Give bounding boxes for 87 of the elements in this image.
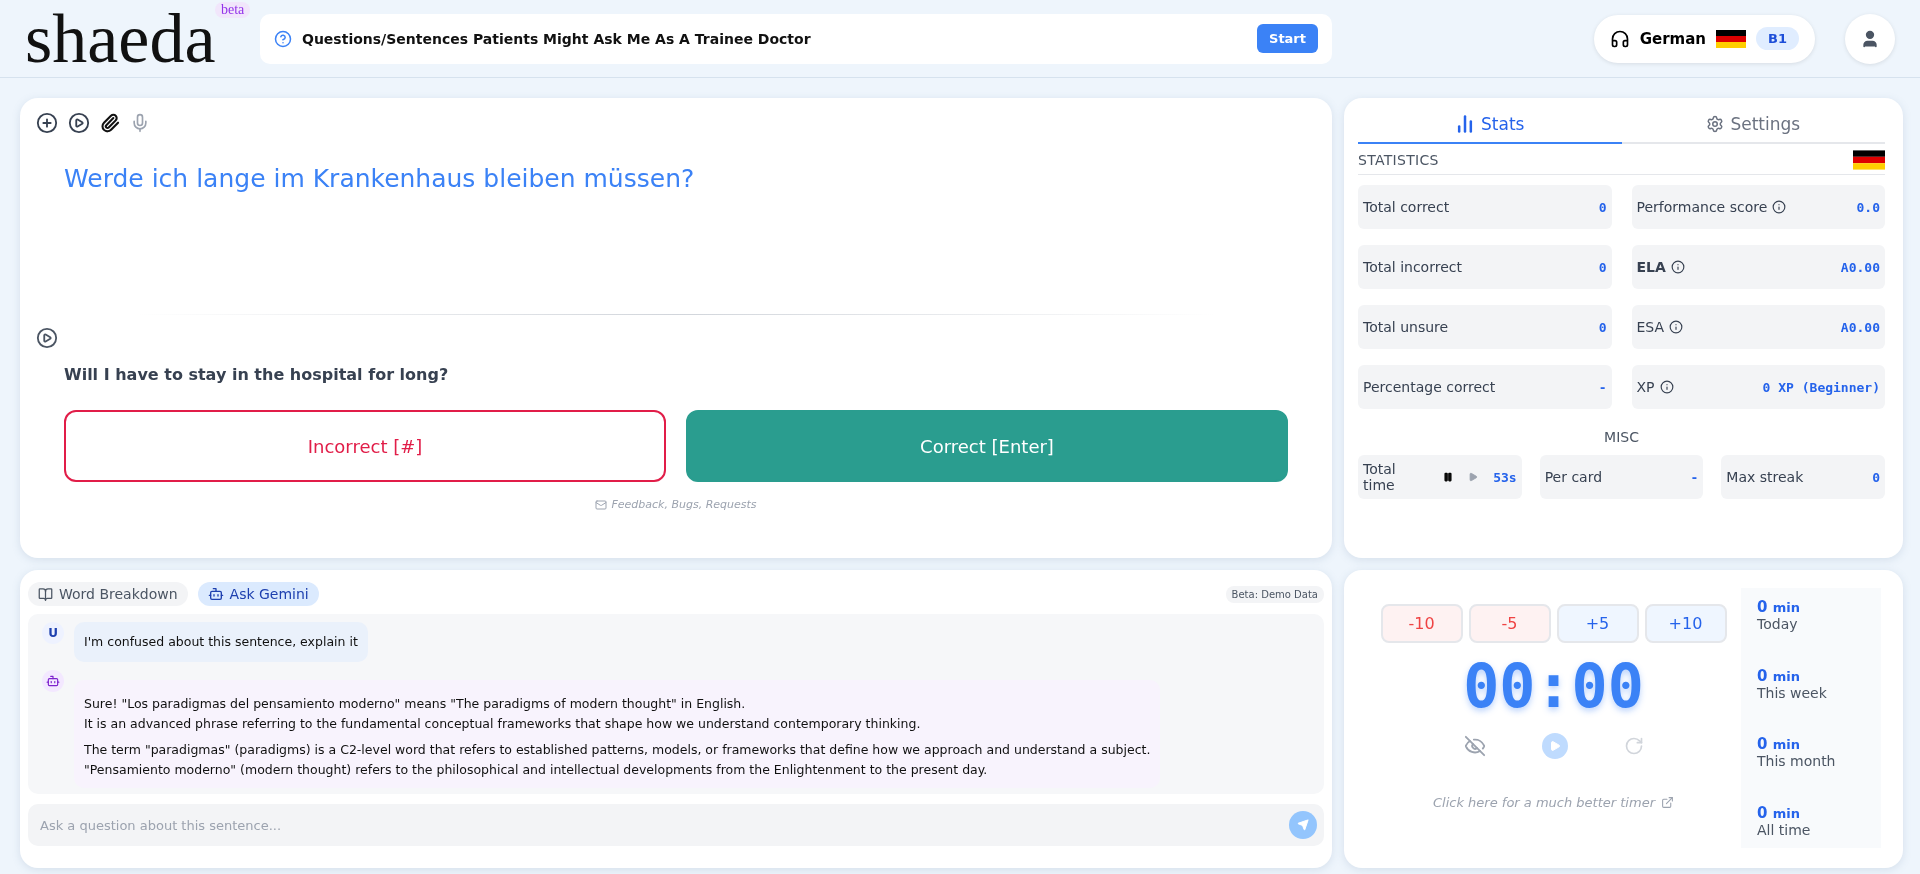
play-icon <box>1548 740 1561 752</box>
stat-value: 0 <box>1598 319 1607 335</box>
play-button[interactable] <box>1541 733 1568 759</box>
german-flag-icon <box>1853 150 1885 170</box>
total-label: This week <box>1757 684 1828 701</box>
user-icon <box>1860 28 1880 49</box>
stat-label: Per card <box>1544 469 1603 485</box>
stat-label: XP <box>1636 379 1655 395</box>
total-value: 0 min <box>1757 598 1801 616</box>
total-label: Today <box>1757 616 1799 632</box>
timer-display: 00:00 <box>1463 653 1644 719</box>
message-text: The term "paradigmas" (paradigms) is a C2-level word that refers to established patterns, models, or frameworks that define how we approach and understand a subject. "Pensamiento moderno" (modern thought) refers to the philosophical and intellectual developments from the Enlightenment to the present day. <box>84 741 1151 779</box>
play-icon <box>68 112 90 134</box>
adjust-button[interactable]: -5 <box>1468 604 1551 643</box>
stat-value: 0.0 <box>1856 199 1880 215</box>
language-selector[interactable]: German B1 <box>1593 14 1815 63</box>
stat-label: ELA <box>1636 259 1666 275</box>
feedback-link[interactable]: Feedback, Bugs, Requests <box>595 498 757 511</box>
total-value: 0 min <box>1757 803 1801 822</box>
stat-value: 53s <box>1493 469 1517 485</box>
stat-label: Max streak <box>1726 469 1804 485</box>
deck-title: Questions/Sentences Patients Might Ask Me As A Trainee Doctor <box>302 30 812 47</box>
help-icon <box>274 29 292 48</box>
panel-tab[interactable]: Settings <box>1621 108 1885 144</box>
send-icon <box>1297 819 1309 831</box>
eye-off-icon <box>1463 735 1486 757</box>
correct-button[interactable]: Correct [Enter] <box>686 410 1288 482</box>
info-icon <box>1670 260 1685 274</box>
question-field[interactable]: Ask a question about this sentence... <box>28 804 1324 846</box>
stat-value: 0 <box>1598 259 1607 275</box>
stat-label: Total correct <box>1363 199 1450 215</box>
info-icon <box>1669 320 1684 334</box>
beta-badge: beta <box>215 1 251 18</box>
settings-icon <box>1706 115 1725 133</box>
section-heading: MISC <box>1604 429 1639 445</box>
section-heading: STATISTICS <box>1358 152 1439 168</box>
level-badge: B1 <box>1756 27 1799 50</box>
german-flag-icon <box>1716 29 1747 48</box>
message-text: Sure! "Los paradigmas del pensamiento moderno" means "The paradigms of modern thought" in English. It is an advanced phrase referring to the fundamental conceptual frameworks that shape how we understand contemporary thinking. <box>84 695 922 733</box>
stat-value: 0 <box>1598 199 1607 215</box>
message-text: I'm confused about this sentence, explain it <box>84 633 358 651</box>
reset-icon <box>1623 736 1644 756</box>
total-value: 0 min <box>1757 666 1801 685</box>
headphones-icon <box>1609 28 1630 49</box>
translation-sentence: Will I have to stay in the hospital for long? <box>64 365 449 384</box>
info-icon <box>1772 200 1787 214</box>
play-icon <box>36 327 58 349</box>
stat-value: 0 <box>1872 469 1880 485</box>
timer-link[interactable]: Click here for a much better timer <box>1433 795 1674 810</box>
stat-value: 0 XP (Beginner) <box>1762 379 1880 395</box>
bot-avatar <box>42 670 64 692</box>
pause-icon <box>1443 472 1454 482</box>
total-label: This month <box>1757 753 1837 770</box>
info-icon <box>1659 380 1674 394</box>
start-button[interactable]: Start <box>1257 24 1318 53</box>
stat-value: - <box>1598 379 1607 395</box>
demo-badge: Beta: Demo Data <box>1225 585 1324 603</box>
play-icon <box>1468 472 1479 482</box>
incorrect-button[interactable]: Incorrect [#] <box>64 410 666 482</box>
stat-label: ESA <box>1636 319 1665 335</box>
stat-label: Total time <box>1363 461 1397 493</box>
add-icon <box>36 112 58 134</box>
stat-value: A0.00 <box>1840 259 1880 275</box>
total-label: All time <box>1757 821 1812 838</box>
logo[interactable]: shaeda <box>25 0 216 77</box>
stat-label: Total incorrect <box>1363 259 1462 275</box>
stat-label: Total unsure <box>1363 319 1449 335</box>
adjust-button[interactable]: +10 <box>1644 604 1727 643</box>
assistant-tab[interactable]: Word Breakdown <box>28 582 188 606</box>
panel-tab[interactable]: Stats <box>1358 108 1622 144</box>
user-avatar: U <box>42 622 64 644</box>
book-icon <box>38 586 53 602</box>
language-name: German <box>1639 29 1707 48</box>
adjust-button[interactable]: -10 <box>1380 604 1463 643</box>
assistant-tab[interactable]: Ask Gemini <box>197 582 319 606</box>
paperclip-icon <box>100 113 120 133</box>
prompt-sentence: Werde ich lange im Krankenhaus bleiben müssen? <box>64 164 695 193</box>
stat-value: A0.00 <box>1840 319 1880 335</box>
stat-value: - <box>1690 469 1699 485</box>
adjust-button[interactable]: +5 <box>1556 604 1639 643</box>
user-button[interactable] <box>1845 13 1895 64</box>
total-value: 0 min <box>1757 735 1801 754</box>
mail-icon <box>595 498 608 511</box>
external-link-icon <box>1661 796 1674 809</box>
stat-label: Performance score <box>1636 199 1768 215</box>
stat-label: Percentage correct <box>1363 379 1496 395</box>
robot-icon <box>207 586 224 602</box>
